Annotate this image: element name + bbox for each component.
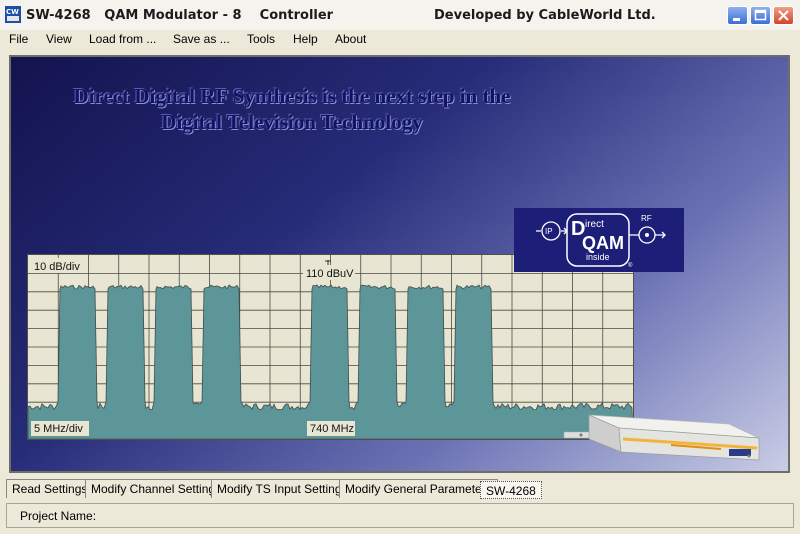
svg-text:®: ®: [628, 262, 633, 269]
tab-modify-ts-input-settings[interactable]: Modify TS Input Settings: [211, 479, 354, 498]
tab-sw-4268[interactable]: SW-4268: [480, 481, 542, 499]
ref-level-label: 10 dB/div: [34, 261, 80, 273]
svg-text:QAM: QAM: [582, 233, 624, 253]
maximize-button[interactable]: [750, 6, 771, 25]
maximize-icon: [754, 9, 767, 21]
menu-file[interactable]: File: [9, 32, 28, 46]
spectrum-display: 10 dB/div 110 dBuV 5 MHz/div 740 MHz: [27, 254, 634, 440]
developer-credit: Developed by CableWorld Ltd.: [434, 8, 656, 23]
svg-text:irect: irect: [585, 219, 604, 230]
menu-help[interactable]: Help: [293, 32, 318, 46]
menu-tools[interactable]: Tools: [247, 32, 275, 46]
svg-text:RF: RF: [641, 214, 652, 223]
svg-text:IP: IP: [545, 227, 553, 236]
menu-view[interactable]: View: [46, 32, 72, 46]
center-frequency-label: 740 MHz: [310, 423, 354, 435]
menu-load-from[interactable]: Load from ...: [89, 32, 156, 46]
svg-text:CW: CW: [6, 8, 19, 16]
splash-panel: Direct Digital RF Synthesis is the next …: [9, 55, 790, 473]
minimize-button[interactable]: [727, 6, 748, 25]
close-icon: [778, 10, 789, 21]
headline-line-2: Digital Television Technology: [161, 110, 423, 134]
window-title: SW-4268 QAM Modulator - 8 Controller: [26, 8, 334, 23]
project-name-label: Project Name:: [20, 509, 97, 523]
direct-qam-logo-art: IP D irect QAM inside RF ®: [536, 213, 666, 269]
tab-modify-general-parameters[interactable]: Modify General Parameters: [339, 479, 498, 498]
tab-read-settings[interactable]: Read Settings: [6, 479, 94, 498]
app-icon: CW: [5, 6, 21, 23]
minimize-icon: [733, 18, 740, 21]
menu-about[interactable]: About: [335, 32, 366, 46]
title-bar[interactable]: CW SW-4268 QAM Modulator - 8 Controller …: [0, 0, 800, 31]
tab-bar: Read Settings Modify Channel Settings Mo…: [0, 476, 800, 500]
menu-bar: File View Load from ... Save as ... Tool…: [0, 30, 800, 50]
direct-qam-logo: IP D irect QAM inside RF ®: [514, 208, 684, 272]
headline: Direct Digital RF Synthesis is the next …: [11, 83, 573, 135]
spectrum-plot: 10 dB/div 110 dBuV 5 MHz/div 740 MHz: [27, 255, 634, 440]
tab-modify-channel-settings[interactable]: Modify Channel Settings: [85, 479, 228, 498]
svg-text:inside: inside: [586, 252, 610, 262]
close-button[interactable]: [773, 6, 794, 25]
menu-save-as[interactable]: Save as ...: [173, 32, 230, 46]
status-bar: Project Name:: [6, 503, 794, 528]
modulator-device-image: [563, 414, 760, 461]
span-label: 5 MHz/div: [34, 423, 83, 435]
headline-line-1: Direct Digital RF Synthesis is the next …: [73, 84, 511, 108]
marker-level-label: 110 dBuV: [306, 268, 354, 280]
